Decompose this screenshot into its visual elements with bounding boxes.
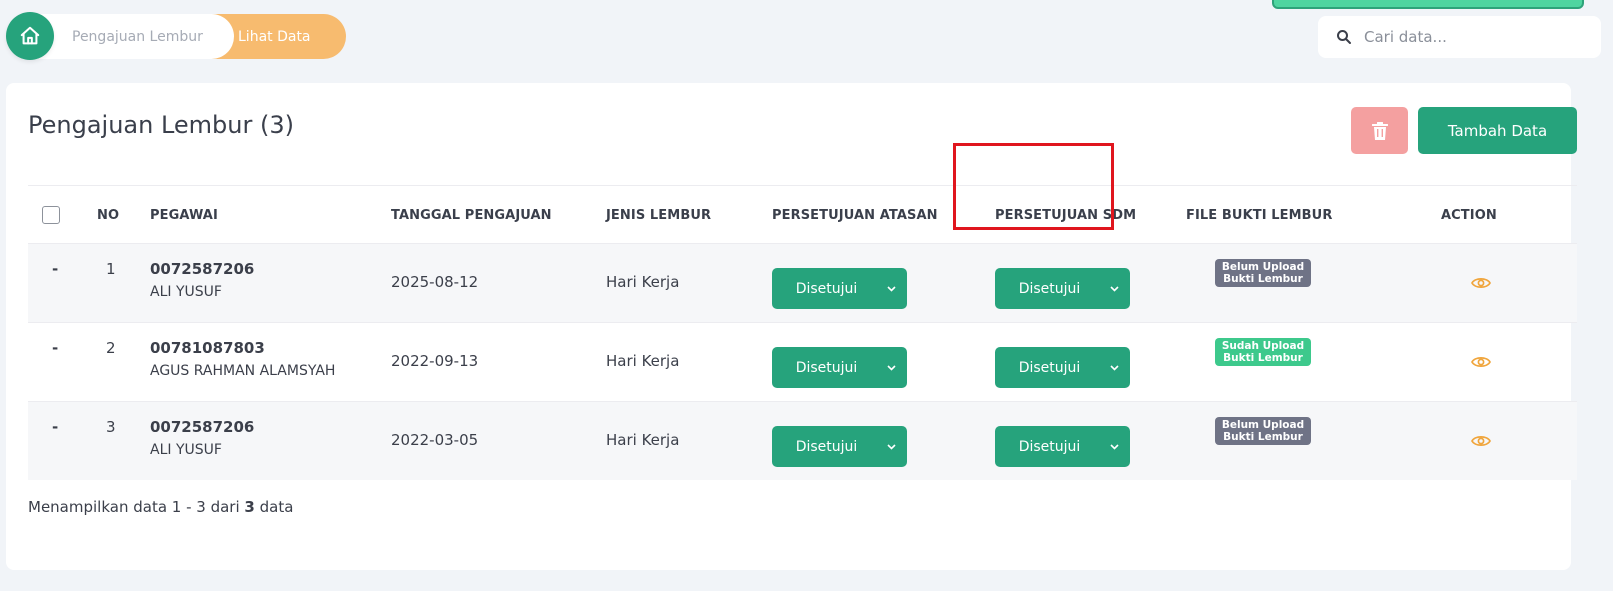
header-pegawai: PEGAWAI [150,208,218,223]
employee-id: 0072587206 [150,418,255,436]
employee-id: 0072587206 [150,260,255,278]
supervisor-approval-dropdown[interactable]: Disetujui [772,268,907,309]
breadcrumb-label: Pengajuan Lembur [72,28,203,45]
overtime-type: Hari Kerja [606,431,680,449]
table-row: - 1 0072587206 ALI YUSUF 2025-08-12 Hari… [28,243,1577,322]
dropdown-label: Disetujui [1018,280,1081,297]
badge-line: Bukti Lembur [1223,352,1303,364]
submission-date: 2022-09-13 [391,352,479,370]
chevron-down-icon [1098,364,1130,371]
trash-icon [1371,121,1388,140]
employee-id: 00781087803 [150,339,265,357]
overtime-type: Hari Kerja [606,273,680,291]
top-bar: Lihat Data Pengajuan Lembur [0,0,1613,80]
header-bukti: FILE BUKTI LEMBUR [1186,208,1333,223]
supervisor-approval-dropdown[interactable]: Disetujui [772,426,907,467]
delete-button[interactable] [1351,107,1408,154]
page-title: Pengajuan Lembur (3) [28,111,294,139]
row-number: 3 [106,418,116,436]
home-button[interactable] [6,12,54,60]
summary-suffix: data [259,498,294,516]
search-box[interactable] [1318,16,1601,58]
header-sdm: PERSETUJUAN SDM [995,208,1137,223]
overtime-type: Hari Kerja [606,352,680,370]
breadcrumb-item-pengajuan-lembur[interactable]: Pengajuan Lembur [34,14,234,59]
badge-line: Belum Upload [1221,261,1305,273]
chevron-down-icon [875,285,907,292]
chevron-down-icon [875,364,907,371]
chevron-down-icon [875,443,907,450]
dropdown-label: Disetujui [795,280,858,297]
table-row: - 2 00781087803 AGUS RAHMAN ALAMSYAH 202… [28,322,1577,401]
proof-status-badge: Belum Upload Bukti Lembur [1215,259,1311,287]
header-jenis: JENIS LEMBUR [606,208,712,223]
badge-line: Bukti Lembur [1223,431,1303,443]
proof-status-badge: Sudah Upload Bukti Lembur [1215,338,1311,366]
chevron-down-icon [1098,285,1130,292]
header-action: ACTION [1441,208,1497,223]
employee-name: ALI YUSUF [150,284,222,300]
pagination-summary: Menampilkan data 1 - 3 dari 3 data [28,498,293,516]
row-number: 1 [106,260,116,278]
home-icon [20,26,40,45]
header-tanggal: TANGGAL PENGAJUAN [391,208,552,223]
notification-strip [1272,0,1584,9]
search-input[interactable] [1364,28,1584,46]
chevron-down-icon [1098,443,1130,450]
breadcrumb: Lihat Data Pengajuan Lembur [34,14,346,59]
summary-prefix: Menampilkan data 1 - 3 dari [28,498,240,516]
add-data-button[interactable]: Tambah Data [1418,107,1577,154]
expand-toggle[interactable]: - [52,339,58,357]
header-atasan: PERSETUJUAN ATASAN [772,208,938,223]
content-card: Pengajuan Lembur (3) Tambah Data NO PEGA… [6,83,1577,570]
dropdown-label: Disetujui [795,438,858,455]
eye-icon[interactable] [1471,355,1491,369]
supervisor-approval-dropdown[interactable]: Disetujui [772,347,907,388]
dropdown-label: Disetujui [795,359,858,376]
employee-name: ALI YUSUF [150,442,222,458]
table-header: NO PEGAWAI TANGGAL PENGAJUAN JENIS LEMBU… [28,185,1577,243]
eye-icon[interactable] [1471,276,1491,290]
badge-line: Belum Upload [1221,419,1305,431]
data-table: NO PEGAWAI TANGGAL PENGAJUAN JENIS LEMBU… [28,185,1577,480]
select-all-checkbox[interactable] [42,206,60,224]
table-row: - 3 0072587206 ALI YUSUF 2022-03-05 Hari… [28,401,1577,480]
eye-icon[interactable] [1471,434,1491,448]
search-icon [1336,29,1352,45]
expand-toggle[interactable]: - [52,418,58,436]
hr-approval-dropdown[interactable]: Disetujui [995,347,1130,388]
employee-name: AGUS RAHMAN ALAMSYAH [150,363,336,379]
badge-line: Sudah Upload [1221,340,1305,352]
submission-date: 2022-03-05 [391,431,479,449]
submission-date: 2025-08-12 [391,273,479,291]
dropdown-label: Disetujui [1018,359,1081,376]
header-no: NO [97,208,120,223]
expand-toggle[interactable]: - [52,260,58,278]
badge-line: Bukti Lembur [1223,273,1303,285]
hr-approval-dropdown[interactable]: Disetujui [995,426,1130,467]
summary-total: 3 [244,498,255,516]
hr-approval-dropdown[interactable]: Disetujui [995,268,1130,309]
dropdown-label: Disetujui [1018,438,1081,455]
breadcrumb-label: Lihat Data [238,28,311,45]
row-number: 2 [106,339,116,357]
proof-status-badge: Belum Upload Bukti Lembur [1215,417,1311,445]
